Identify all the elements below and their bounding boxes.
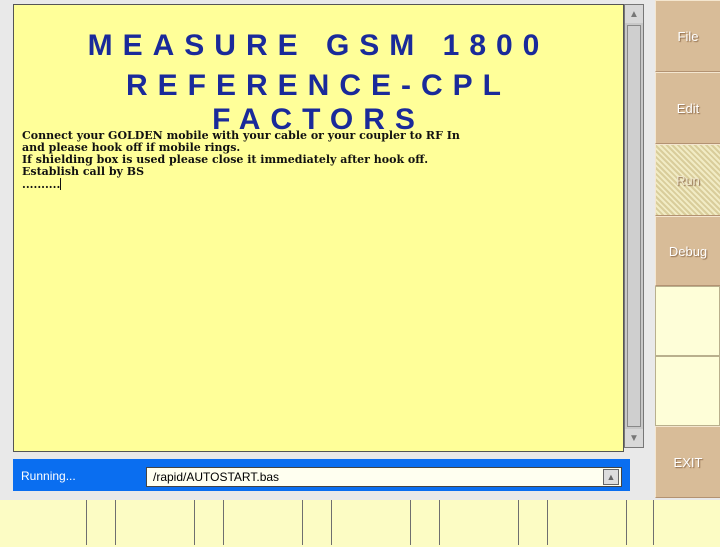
softkey-blank-2[interactable] — [655, 356, 720, 426]
run-button-label: Run — [676, 172, 700, 188]
file-button-label: File — [677, 28, 699, 44]
edit-button[interactable]: Edit — [655, 72, 720, 144]
page-title-line2: REFERENCE-CPL FACTORS — [125, 69, 511, 136]
dropdown-arrow-icon[interactable]: ▲ — [603, 469, 619, 485]
file-button[interactable]: File — [655, 0, 720, 72]
side-softkey-panel: File Edit Run Debug EXIT — [655, 0, 720, 500]
program-path-value: /rapid/AUTOSTART.bas — [153, 470, 280, 484]
bottom-softkey-5[interactable] — [518, 500, 548, 545]
scroll-up-icon[interactable]: ▲ — [625, 5, 643, 23]
debug-button[interactable]: Debug — [655, 216, 720, 286]
edit-button-label: Edit — [676, 100, 700, 116]
scroll-thumb[interactable] — [627, 25, 641, 427]
program-output-area: MEASURE GSM 1800 REFERENCE-CPL FACTORS C… — [13, 4, 624, 452]
bottom-softkey-1[interactable] — [86, 500, 116, 545]
console-output: Connect your GOLDEN mobile with your cab… — [22, 130, 612, 191]
console-line: .......... — [22, 178, 61, 191]
bottom-softkey-3[interactable] — [302, 500, 332, 545]
console-line: Establish call by BS — [22, 165, 145, 178]
status-bar: Running... /rapid/AUTOSTART.bas ▲ — [13, 459, 630, 491]
exit-button-label: EXIT — [673, 454, 703, 470]
vertical-scrollbar[interactable]: ▲ ▼ — [624, 4, 644, 448]
run-button[interactable]: Run — [655, 144, 720, 216]
page-title-line1: MEASURE GSM 1800 — [87, 29, 550, 62]
bottom-softkey-4[interactable] — [410, 500, 440, 545]
softkey-blank-1[interactable] — [655, 286, 720, 356]
bottom-softkey-6[interactable] — [626, 500, 654, 545]
exit-button[interactable]: EXIT — [655, 426, 720, 498]
scroll-down-icon[interactable]: ▼ — [625, 429, 643, 447]
bottom-softkey-bar — [0, 500, 720, 547]
bottom-softkey-2[interactable] — [194, 500, 224, 545]
program-path-select[interactable]: /rapid/AUTOSTART.bas ▲ — [146, 467, 622, 487]
text-cursor — [60, 178, 62, 190]
status-text: Running... — [21, 469, 76, 483]
debug-button-label: Debug — [668, 243, 708, 259]
console-line-with-cursor: .......... — [22, 178, 612, 191]
